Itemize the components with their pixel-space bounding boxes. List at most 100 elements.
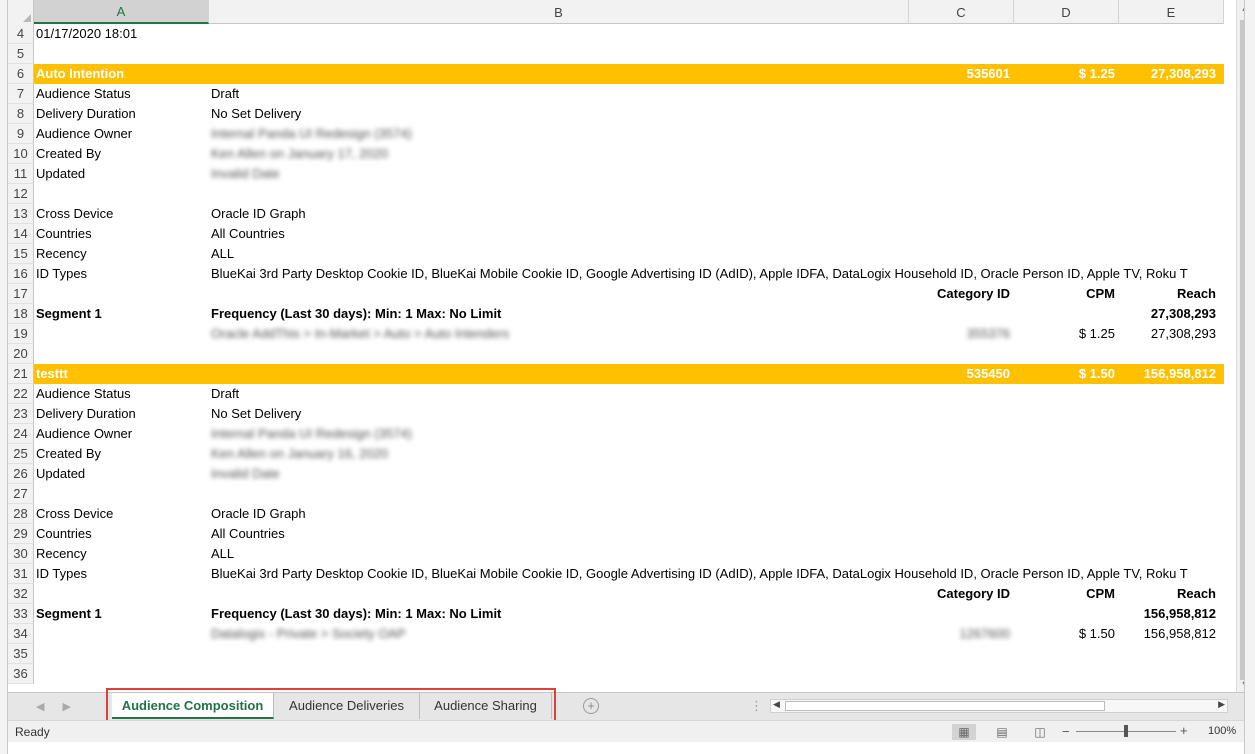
cell-e[interactable]: 156,958,812 [1119, 624, 1224, 644]
cell-b[interactable]: Internal Panda UI Redesign (3574) [209, 424, 909, 444]
cell-b[interactable]: All Countries [209, 224, 909, 244]
cell-b[interactable]: Datalogix - Private > Society OAP [209, 624, 909, 644]
row-number[interactable]: 23 [8, 404, 34, 424]
cell-d[interactable]: $ 1.50 [1014, 364, 1119, 384]
cell-d[interactable] [1014, 104, 1119, 124]
cell-a[interactable]: Cross Device [34, 204, 209, 224]
row-number[interactable]: 31 [8, 564, 34, 584]
cell-a[interactable]: Delivery Duration [34, 104, 209, 124]
cell-c[interactable]: 535601 [909, 64, 1014, 84]
cell-a[interactable]: Countries [34, 524, 209, 544]
cell-c[interactable] [909, 664, 1014, 684]
scroll-up-icon[interactable]: ▲ [1237, 0, 1244, 16]
cell-a[interactable]: ID Types [34, 264, 209, 284]
cell-b[interactable]: Oracle ID Graph [209, 504, 909, 524]
column-header-c[interactable]: C [909, 0, 1014, 24]
row-number[interactable]: 29 [8, 524, 34, 544]
normal-view-icon[interactable]: ▦ [952, 724, 976, 740]
cell-b[interactable]: Oracle ID Graph [209, 204, 909, 224]
cell-d[interactable] [1014, 24, 1119, 44]
cell-c[interactable] [909, 44, 1014, 64]
cell-e[interactable] [1119, 84, 1224, 104]
scroll-right-icon[interactable]: ▶ [1218, 699, 1225, 710]
vertical-scrollbar[interactable]: ▲ ▼ [1236, 0, 1244, 692]
row-number[interactable]: 35 [8, 644, 34, 664]
cell-a[interactable]: Segment 1 [34, 304, 209, 324]
cell-c[interactable] [909, 604, 1014, 624]
cell-c[interactable] [909, 544, 1014, 564]
cell-c[interactable]: 355376 [909, 324, 1014, 344]
cell-a[interactable] [34, 584, 209, 604]
cell-d[interactable] [1014, 144, 1119, 164]
row-number[interactable]: 4 [8, 24, 34, 44]
cell-d[interactable] [1014, 244, 1119, 264]
row-number[interactable]: 34 [8, 624, 34, 644]
cell-a[interactable]: Countries [34, 224, 209, 244]
cell-a[interactable]: Audience Status [34, 384, 209, 404]
cell-e[interactable] [1119, 104, 1224, 124]
column-header-e[interactable]: E [1119, 0, 1224, 24]
cell-a[interactable]: Segment 1 [34, 604, 209, 624]
zoom-in-icon[interactable]: + [1180, 723, 1188, 738]
cell-d[interactable] [1014, 604, 1119, 624]
row-number[interactable]: 7 [8, 84, 34, 104]
cell-b[interactable] [209, 24, 909, 44]
cell-e[interactable] [1119, 564, 1224, 584]
cell-d[interactable]: $ 1.25 [1014, 324, 1119, 344]
tab-navigation-arrows[interactable]: ◀▶ [36, 700, 89, 713]
cell-e[interactable] [1119, 424, 1224, 444]
select-all-corner[interactable] [8, 0, 34, 24]
cell-d[interactable] [1014, 84, 1119, 104]
cell-e[interactable] [1119, 184, 1224, 204]
cell-a[interactable] [34, 324, 209, 344]
cell-e[interactable] [1119, 484, 1224, 504]
row-number[interactable]: 8 [8, 104, 34, 124]
cell-e[interactable] [1119, 204, 1224, 224]
cell-a[interactable]: testtt [34, 364, 209, 384]
cell-c[interactable] [909, 184, 1014, 204]
cell-a[interactable] [34, 484, 209, 504]
cell-d[interactable]: CPM [1014, 584, 1119, 604]
cell-d[interactable] [1014, 264, 1119, 284]
cell-c[interactable] [909, 344, 1014, 364]
tab-splitter-icon[interactable]: ⋮ [750, 698, 763, 714]
cell-b[interactable]: Draft [209, 384, 909, 404]
row-number[interactable]: 14 [8, 224, 34, 244]
column-header-d[interactable]: D [1014, 0, 1119, 24]
cell-e[interactable] [1119, 464, 1224, 484]
cell-c[interactable] [909, 224, 1014, 244]
cell-c[interactable] [909, 424, 1014, 444]
cell-b[interactable]: No Set Delivery [209, 404, 909, 424]
row-number[interactable]: 28 [8, 504, 34, 524]
vertical-scroll-thumb[interactable] [1240, 20, 1244, 680]
cell-d[interactable] [1014, 524, 1119, 544]
cell-a[interactable] [34, 184, 209, 204]
cell-e[interactable] [1119, 344, 1224, 364]
cell-b[interactable]: Frequency (Last 30 days): Min: 1 Max: No… [209, 304, 909, 324]
cell-b[interactable]: Ken Allen on January 17, 2020 [209, 144, 909, 164]
cell-b[interactable] [209, 364, 909, 384]
worksheet-grid[interactable]: ABCDE 4 01/17/2020 18:01 5 6 Auto Intention 5… [8, 0, 1244, 692]
cell-c[interactable] [909, 84, 1014, 104]
cell-b[interactable] [209, 64, 909, 84]
cell-e[interactable] [1119, 504, 1224, 524]
horizontal-scroll-thumb[interactable] [785, 701, 1105, 711]
tab-audience-composition[interactable]: Audience Composition [112, 693, 274, 719]
cell-a[interactable]: Audience Owner [34, 124, 209, 144]
cell-c[interactable] [909, 464, 1014, 484]
row-number[interactable]: 13 [8, 204, 34, 224]
cell-e[interactable] [1119, 644, 1224, 664]
row-number[interactable]: 17 [8, 284, 34, 304]
row-number[interactable]: 5 [8, 44, 34, 64]
cell-b[interactable] [209, 584, 909, 604]
cell-c[interactable] [909, 304, 1014, 324]
tab-audience-deliveries[interactable]: Audience Deliveries [274, 693, 420, 719]
cell-c[interactable] [909, 404, 1014, 424]
cell-c[interactable] [909, 144, 1014, 164]
cell-e[interactable] [1119, 224, 1224, 244]
cell-b[interactable] [209, 664, 909, 684]
cell-e[interactable]: 27,308,293 [1119, 304, 1224, 324]
row-number[interactable]: 30 [8, 544, 34, 564]
cell-b[interactable]: Frequency (Last 30 days): Min: 1 Max: No… [209, 604, 909, 624]
cell-d[interactable] [1014, 384, 1119, 404]
